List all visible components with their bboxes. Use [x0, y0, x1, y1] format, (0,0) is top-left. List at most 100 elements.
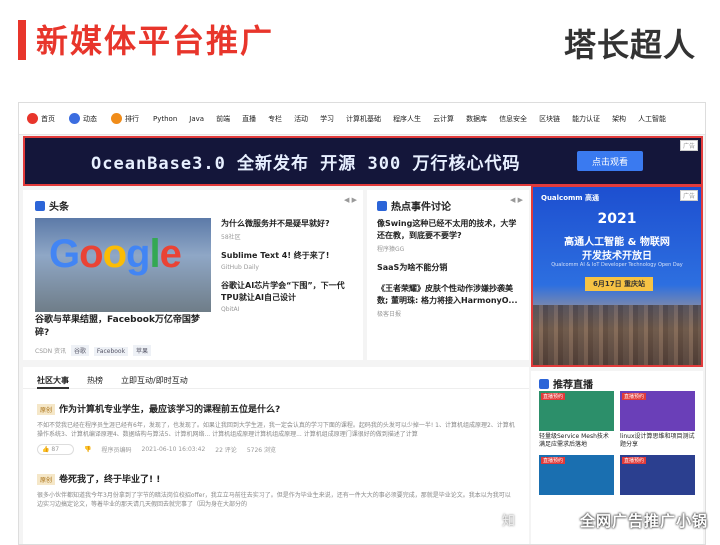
carousel-arrows[interactable]: ◀ ▶: [344, 196, 357, 204]
nav-item-certification[interactable]: 能力认证: [572, 114, 600, 124]
ad-tag: 广告: [679, 140, 698, 151]
live-title: 推荐直播: [539, 376, 593, 391]
live-label: 直播预约: [541, 393, 566, 400]
ad-subheadline: 开发技术开放日: [582, 251, 652, 262]
live-title-text: 推荐直播: [553, 380, 593, 391]
nav-rank-label: 排行: [125, 114, 139, 123]
brand-logo: 塔长超人: [563, 26, 696, 64]
banner-headline: OceanBase3.0 全新发布 开源 300 万行核心代码: [91, 153, 521, 174]
slide-accent-bar: [18, 20, 26, 60]
oceanbase-banner[interactable]: OceanBase3.0 全新发布 开源 300 万行核心代码 点击观看 广告: [23, 136, 703, 186]
nav-item-cloud[interactable]: 云计算: [433, 114, 454, 124]
ad-date-badge: 6月17日 重庆站: [585, 277, 653, 291]
slide-title: 新媒体平台推广: [36, 22, 275, 60]
headlines-list: 为什么微服务并不是疑早就好? 58社区 Sublime Text 4! 终于来了!…: [221, 218, 355, 322]
watch-button[interactable]: 点击观看: [577, 151, 643, 171]
nav-item-ai[interactable]: 人工智能: [638, 114, 666, 124]
nav-item-live[interactable]: 直播: [242, 114, 256, 124]
nav-item-life[interactable]: 程序人生: [393, 114, 421, 124]
watermark: 全网广告推广小锅: [579, 512, 708, 530]
nav-item-blockchain[interactable]: 区块链: [539, 114, 560, 124]
post-comments[interactable]: 22 评论: [215, 445, 237, 454]
nav-item-cs-basics[interactable]: 计算机基础: [346, 114, 381, 124]
nav-dynamic-label: 动态: [83, 114, 97, 123]
post-excerpt: 不如不觉我已经在程序员生涯已经有6年，发现了，也发现了。如果让我回到大学生涯，我…: [37, 422, 515, 438]
dislike-icon[interactable]: 👎: [84, 446, 91, 453]
post-excerpt: 很多小伙伴都知道我今年3月份拿到了字节的暗法岗位校招offer，我立立马前往去实…: [37, 492, 511, 508]
like-count: 87: [51, 446, 60, 453]
list-item[interactable]: 像Swing这种已经不太用的技术，大学还在教，到底要不要学? 程序猿GG: [377, 218, 523, 253]
home-icon: [27, 113, 38, 124]
live-thumbnail: 直播预约: [539, 455, 614, 495]
feed-tabs: 社区大事 热榜 立即互动/即时互动: [23, 367, 529, 389]
nav-item-database[interactable]: 数据库: [466, 114, 487, 124]
nav-dynamic[interactable]: 动态: [69, 113, 97, 124]
qualcomm-logo: Qualcomm 高通: [541, 194, 600, 202]
hot-list: 像Swing这种已经不太用的技术，大学还在教，到底要不要学? 程序猿GG SaaS…: [377, 218, 523, 327]
hero-tag[interactable]: 谷歌: [70, 345, 89, 356]
list-item-title: 为什么微服务并不是疑早就好?: [221, 219, 330, 228]
nav-item-learn[interactable]: 学习: [320, 114, 334, 124]
hero-tag[interactable]: Facebook: [93, 347, 129, 356]
original-badge: 原创: [37, 474, 56, 485]
live-label: 直播预约: [622, 393, 647, 400]
tab-community-news[interactable]: 社区大事: [37, 375, 69, 389]
top-nav: 首页 动态 排行 Python Java 前端 直播 专栏 活动 学习 计算机基…: [19, 103, 705, 135]
nav-item-java[interactable]: Java: [189, 115, 204, 123]
headlines-title-text: 头条: [49, 202, 69, 213]
live-item[interactable]: 直播预约: [620, 455, 695, 495]
post-time: 2021-06-10 16:03:42: [141, 446, 206, 453]
post-author[interactable]: 程序员编码: [102, 445, 132, 454]
list-item-title: Sublime Text 4! 终于来了!: [221, 251, 330, 260]
like-button[interactable]: 👍 87: [37, 444, 75, 455]
hot-title-text: 热点事件讨论: [391, 202, 451, 213]
rank-icon: [111, 113, 122, 124]
live-item[interactable]: 直播预约: [539, 455, 614, 495]
nav-item-python[interactable]: Python: [153, 115, 177, 123]
live-caption: linux设计算思维和项目测试题分享: [620, 433, 695, 448]
community-feed: 社区大事 热榜 立即互动/即时互动 原创 作为计算机专业学生，最应该学习的课程前五…: [23, 367, 529, 544]
nav-home[interactable]: 首页: [27, 113, 55, 124]
screenshot-frame: 首页 动态 排行 Python Java 前端 直播 专栏 活动 学习 计算机基…: [18, 102, 706, 545]
list-item[interactable]: 《王者荣耀》皮肤个性动作涉嫌抄袭美数; 董明珠: 格力将接入HarmonyO..…: [377, 283, 523, 318]
nav-item-events[interactable]: 活动: [294, 114, 308, 124]
list-item-title: 像Swing这种已经不太用的技术，大学还在教，到底要不要学?: [377, 219, 517, 240]
nav-item-frontend[interactable]: 前端: [216, 114, 230, 124]
live-item[interactable]: 直播预约轻量级Service Mesh技术满足应需求后落地: [539, 391, 614, 449]
nav-item-security[interactable]: 信息安全: [499, 114, 527, 124]
live-icon: [539, 378, 549, 389]
hero-image[interactable]: Google: [35, 218, 211, 312]
feed-post[interactable]: 原创 卷死我了，终于毕业了! ! 很多小伙伴都知道我今年3月份拿到了字节的暗法岗位…: [23, 455, 529, 509]
live-caption: 轻量级Service Mesh技术满足应需求后落地: [539, 433, 609, 448]
hot-icon: [377, 200, 387, 211]
tab-interact[interactable]: 立即互动/即时互动: [121, 375, 188, 388]
list-item[interactable]: 为什么微服务并不是疑早就好? 58社区: [221, 218, 355, 241]
nav-rank[interactable]: 排行: [111, 113, 139, 124]
hero-tag[interactable]: 苹果: [133, 345, 152, 356]
hot-arrows[interactable]: ◀ ▶: [510, 196, 523, 204]
nav-item-architecture[interactable]: 架构: [612, 114, 626, 124]
feed-post[interactable]: 原创 作为计算机专业学生，最应该学习的课程前五位是什么? 不如不觉我已经在程序员生…: [23, 389, 529, 455]
post-title[interactable]: 作为计算机专业学生，最应该学习的课程前五位是什么?: [59, 405, 280, 415]
live-thumbnail: 直播预约: [539, 391, 614, 431]
list-item-title: SaaS为啥不能分销: [377, 263, 448, 272]
hot-topics-card: 热点事件讨论 ◀ ▶ 像Swing这种已经不太用的技术，大学还在教，到底要不要学…: [367, 190, 529, 360]
post-meta: 👍 87 👎 程序员编码 2021-06-10 16:03:42 22 评论 5…: [37, 444, 515, 455]
tab-hot-list[interactable]: 热榜: [87, 375, 103, 388]
watermark-prefix: 知: [502, 514, 516, 529]
live-item[interactable]: 直播预约 linux设计算思维和项目测试题分享: [620, 391, 695, 449]
nav-item-column[interactable]: 专栏: [268, 114, 282, 124]
post-views: 5726 浏览: [246, 447, 276, 454]
list-item[interactable]: SaaS为啥不能分销: [377, 262, 523, 274]
qualcomm-ad[interactable]: Qualcomm 高通 广告 2021 高通人工智能 & 物联网 开发技术开放日…: [531, 185, 703, 367]
city-skyline-image: [533, 305, 701, 365]
hot-title: 热点事件讨论: [377, 198, 451, 213]
list-item-title: 《王者荣耀》皮肤个性动作涉嫌抄袭美数; 董明珠: 格力将接入HarmonyO..…: [377, 284, 518, 305]
live-thumbnail: 直播预约: [620, 455, 695, 495]
live-label: 直播预约: [541, 457, 566, 464]
list-item[interactable]: Sublime Text 4! 终于来了! GitHub Daily: [221, 250, 355, 271]
hero-caption[interactable]: 谷歌与苹果结盟，Facebook万亿帝国梦碎?: [35, 314, 211, 340]
list-item[interactable]: 谷歌让AI芯片学会“下围”，下一代TPU就让AI自己设计 QbitAI: [221, 280, 355, 313]
list-item-source: 程序猿GG: [377, 246, 405, 253]
post-title[interactable]: 卷死我了，终于毕业了! !: [59, 475, 160, 485]
